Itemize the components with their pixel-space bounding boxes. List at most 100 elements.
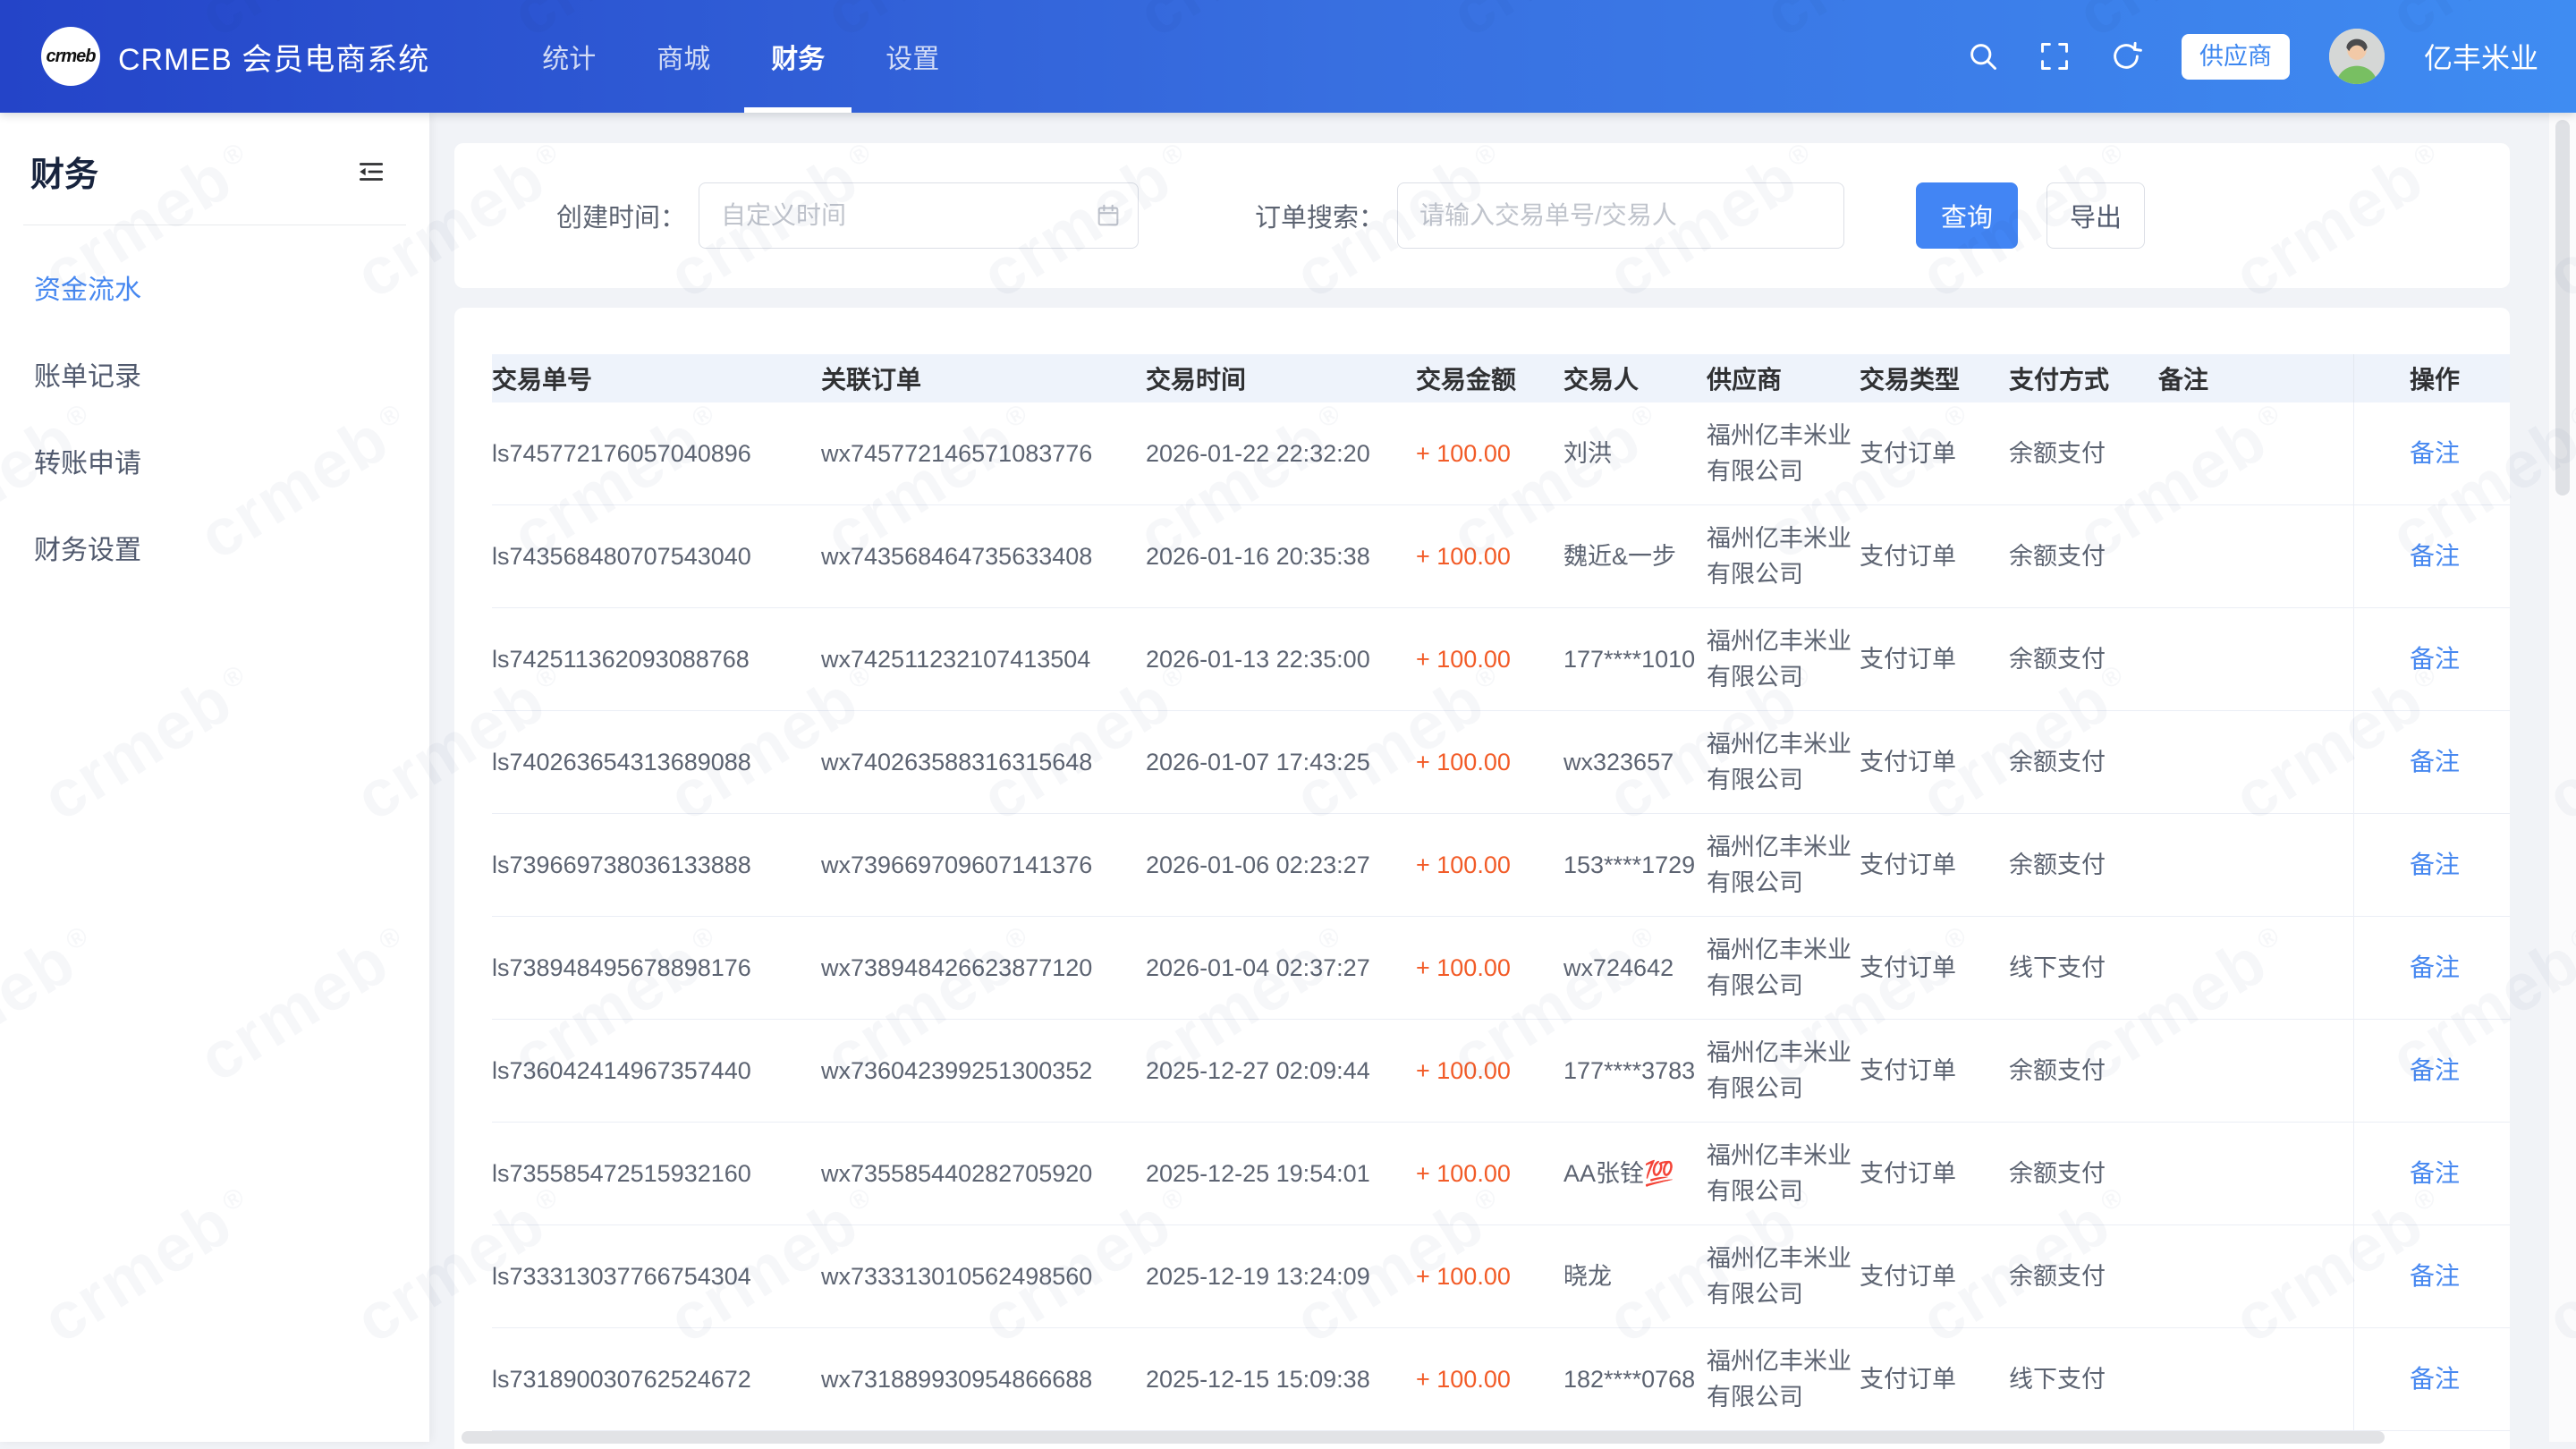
- remark-action-link[interactable]: 备注: [2410, 436, 2460, 471]
- table-row: ls733313037766754304wx733313010562498560…: [492, 1225, 2510, 1328]
- transaction-type-cell: 支付订单: [1860, 847, 2009, 883]
- vertical-scrollbar-thumb[interactable]: [2555, 120, 2570, 496]
- transaction-id-cell: ls738948495678898176: [492, 950, 821, 986]
- sidebar-item-bill-records[interactable]: 账单记录: [34, 330, 429, 417]
- transaction-type-cell: 支付订单: [1860, 1361, 2009, 1397]
- payment-method-cell: 余额支付: [2009, 436, 2158, 471]
- remark-action-link[interactable]: 备注: [2410, 744, 2460, 780]
- action-cell: 备注: [2353, 402, 2510, 504]
- username-label[interactable]: 亿丰米业: [2424, 36, 2538, 77]
- sidebar-menu: 资金流水 账单记录 转账申请 财务设置: [0, 225, 429, 590]
- tab-settings[interactable]: 设置: [859, 0, 966, 113]
- export-button[interactable]: 导出: [2046, 182, 2145, 249]
- remark-action-link[interactable]: 备注: [2410, 538, 2460, 574]
- related-order-cell: wx743568464735633408: [821, 538, 1146, 574]
- sidebar: 财务 资金流水 账单记录 转账申请 财务设置: [0, 113, 429, 1442]
- transaction-type-cell: 支付订单: [1860, 1053, 2009, 1089]
- vertical-scrollbar[interactable]: [2549, 113, 2576, 1442]
- transaction-id-cell: ls740263654313689088: [492, 744, 821, 780]
- table-row: ls738948495678898176wx738948426623877120…: [492, 917, 2510, 1020]
- header-action: 操作: [2353, 354, 2510, 402]
- collapse-sidebar-icon[interactable]: [356, 157, 386, 187]
- amount-cell: + 100.00: [1416, 950, 1563, 986]
- payment-method-cell: 余额支付: [2009, 641, 2158, 677]
- top-navbar: crmeb CRMEB 会员电商系统 统计 商城 财务 设置 供应商: [0, 0, 2576, 113]
- fullscreen-icon[interactable]: [2038, 40, 2071, 72]
- amount-cell: + 100.00: [1416, 436, 1563, 471]
- sidebar-item-finance-settings[interactable]: 财务设置: [34, 504, 429, 590]
- transaction-id-cell: ls736042414967357440: [492, 1053, 821, 1089]
- transaction-id-cell: ls731890030762524672: [492, 1361, 821, 1397]
- order-search-input[interactable]: [1397, 182, 1844, 249]
- transaction-id-cell: ls742511362093088768: [492, 641, 821, 677]
- transaction-type-cell: 支付订单: [1860, 436, 2009, 471]
- table-row: ls742511362093088768wx742511232107413504…: [492, 608, 2510, 711]
- remark-action-link[interactable]: 备注: [2410, 1258, 2460, 1294]
- amount-cell: + 100.00: [1416, 744, 1563, 780]
- table-row: ls740263654313689088wx740263588316315648…: [492, 711, 2510, 814]
- related-order-cell: wx742511232107413504: [821, 641, 1146, 677]
- app-title: CRMEB 会员电商系统: [118, 35, 429, 79]
- date-range-field[interactable]: [705, 183, 1095, 248]
- tab-finance[interactable]: 财务: [744, 0, 852, 113]
- query-button[interactable]: 查询: [1916, 182, 2018, 249]
- action-cell: 备注: [2353, 608, 2510, 710]
- table-row: ls745772176057040896wx745772146571083776…: [492, 402, 2510, 505]
- supplier-cell: 福州亿丰米业有限公司: [1707, 1035, 1860, 1106]
- remark-action-link[interactable]: 备注: [2410, 1361, 2460, 1397]
- remark-action-link[interactable]: 备注: [2410, 950, 2460, 986]
- main-content: 创建时间： 订单搜索： 查询 导出 交易单号 关联订单 交易时间 交易金额 交易…: [429, 113, 2576, 1442]
- amount-cell: + 100.00: [1416, 1053, 1563, 1089]
- table-row: ls735585472515932160wx735585440282705920…: [492, 1123, 2510, 1225]
- action-cell: 备注: [2353, 1225, 2510, 1327]
- transaction-id-cell: ls733313037766754304: [492, 1258, 821, 1294]
- order-search-field[interactable]: [1403, 183, 1827, 248]
- trader-cell: 177****1010: [1563, 641, 1707, 677]
- related-order-cell: wx745772146571083776: [821, 436, 1146, 471]
- action-cell: 备注: [2353, 814, 2510, 916]
- remark-action-link[interactable]: 备注: [2410, 1053, 2460, 1089]
- header-trader: 交易人: [1563, 360, 1707, 396]
- table-header: 交易单号 关联订单 交易时间 交易金额 交易人 供应商 交易类型 支付方式 备注…: [492, 354, 2510, 402]
- payment-method-cell: 线下支付: [2009, 1361, 2158, 1397]
- related-order-cell: wx731889930954866688: [821, 1361, 1146, 1397]
- search-icon[interactable]: [1967, 40, 1999, 72]
- supplier-role-badge[interactable]: 供应商: [2182, 34, 2290, 80]
- sidebar-item-capital-flow[interactable]: 资金流水: [34, 243, 429, 330]
- transaction-type-cell: 支付订单: [1860, 1258, 2009, 1294]
- trader-cell: 晓龙: [1563, 1258, 1707, 1294]
- action-cell: 备注: [2353, 1020, 2510, 1122]
- remark-action-link[interactable]: 备注: [2410, 847, 2460, 883]
- table-row: ls736042414967357440wx736042399251300352…: [492, 1020, 2510, 1123]
- tab-mall[interactable]: 商城: [630, 0, 737, 113]
- sidebar-header: 财务: [0, 113, 429, 196]
- trader-cell: 182****0768: [1563, 1361, 1707, 1397]
- amount-cell: + 100.00: [1416, 1156, 1563, 1191]
- transaction-id-cell: ls743568480707543040: [492, 538, 821, 574]
- remark-action-link[interactable]: 备注: [2410, 641, 2460, 677]
- user-avatar[interactable]: [2329, 29, 2385, 84]
- trader-cell: wx323657: [1563, 744, 1707, 780]
- remark-action-link[interactable]: 备注: [2410, 1156, 2460, 1191]
- trader-cell: 153****1729: [1563, 847, 1707, 883]
- action-cell: 备注: [2353, 1328, 2510, 1430]
- related-order-cell: wx738948426623877120: [821, 950, 1146, 986]
- horizontal-scrollbar[interactable]: [462, 1431, 2501, 1447]
- payment-method-cell: 余额支付: [2009, 847, 2158, 883]
- supplier-cell: 福州亿丰米业有限公司: [1707, 932, 1860, 1004]
- amount-cell: + 100.00: [1416, 847, 1563, 883]
- navbar-right-group: 供应商 亿丰米业: [1967, 29, 2576, 84]
- action-cell: 备注: [2353, 505, 2510, 607]
- sidebar-item-transfer-request[interactable]: 转账申请: [34, 417, 429, 504]
- transactions-table-card: 交易单号 关联订单 交易时间 交易金额 交易人 供应商 交易类型 支付方式 备注…: [454, 308, 2510, 1449]
- refresh-icon[interactable]: [2110, 40, 2142, 72]
- amount-cell: + 100.00: [1416, 1258, 1563, 1294]
- header-supplier: 供应商: [1707, 360, 1860, 396]
- supplier-cell: 福州亿丰米业有限公司: [1707, 829, 1860, 901]
- date-range-input[interactable]: [699, 182, 1139, 249]
- sidebar-title: 财务: [30, 147, 98, 196]
- table-row: ls743568480707543040wx743568464735633408…: [492, 505, 2510, 608]
- transaction-time-cell: 2026-01-04 02:37:27: [1146, 950, 1416, 986]
- tab-statistics[interactable]: 统计: [515, 0, 623, 113]
- related-order-cell: wx735585440282705920: [821, 1156, 1146, 1191]
